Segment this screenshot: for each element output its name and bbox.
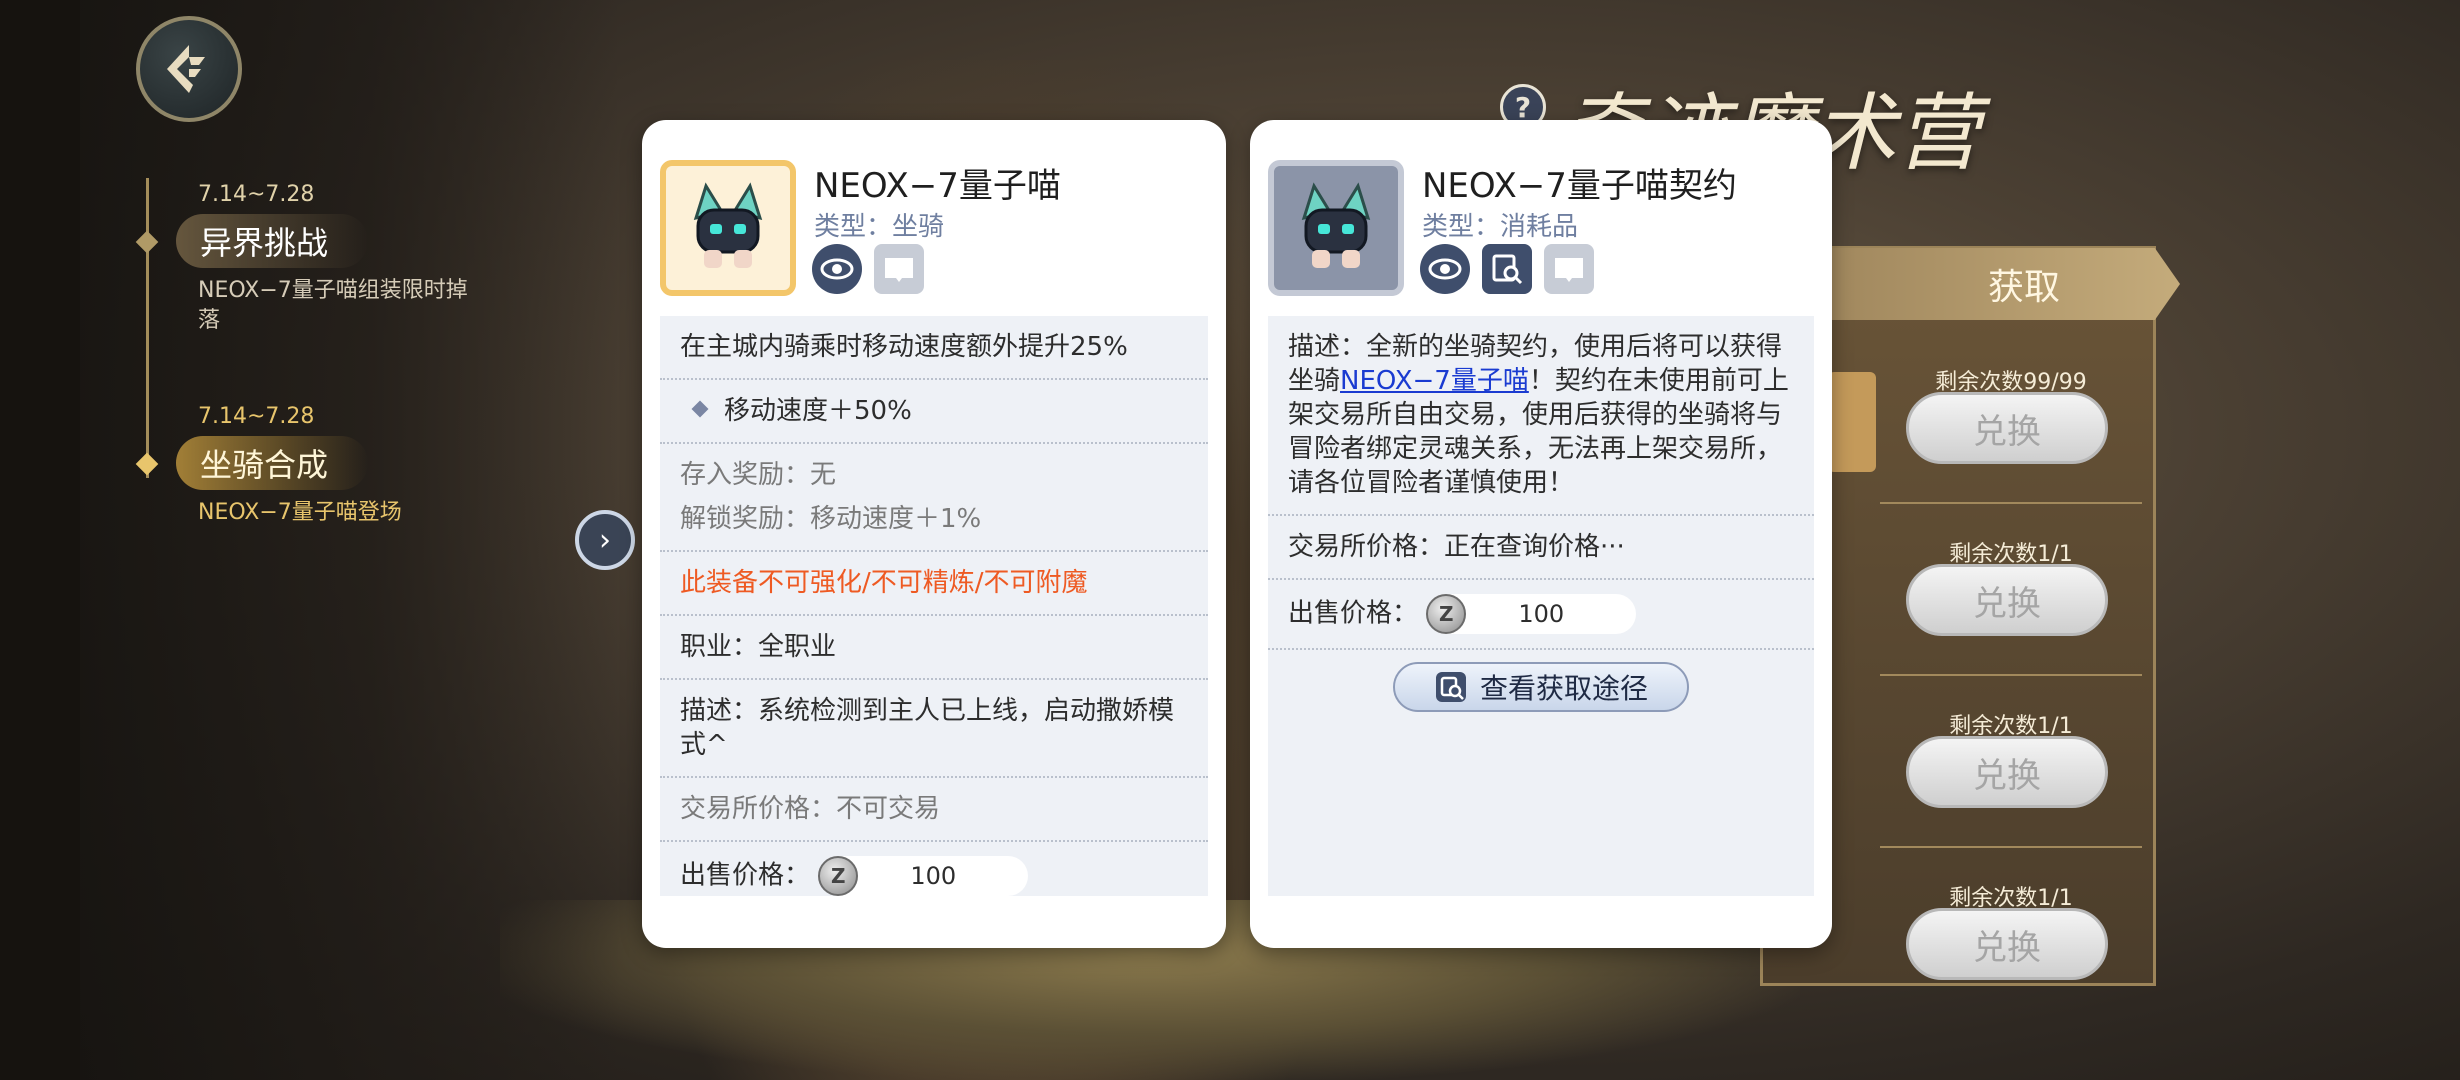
item-stat-row: 移动速度＋50%: [660, 380, 1208, 444]
robot-cat-icon: [693, 182, 763, 268]
shop-row: 剩余次数1/1 兑换: [1880, 866, 2142, 1018]
search-document-icon[interactable]: [1482, 244, 1532, 294]
wardrobe-icon[interactable]: [1544, 244, 1594, 294]
left-shade: [0, 0, 620, 1080]
item-name: NEOX−7量子喵: [814, 166, 1061, 206]
item-type: 类型：坐骑: [814, 212, 945, 242]
deposit-reward: 存入奖励：无: [680, 460, 837, 490]
shop-item-thumb: [1828, 372, 1876, 472]
sell-price-label: 出售价格：: [1288, 598, 1419, 629]
event-desc: NEOX−7量子喵登场: [198, 500, 402, 525]
eye-icon[interactable]: [812, 244, 862, 294]
item-name: NEOX−7量子喵契约: [1422, 166, 1737, 206]
event-date: 7.14~7.28: [198, 182, 315, 207]
unlock-reward: 解锁奖励：移动速度＋1%: [680, 504, 982, 534]
sell-price-value: 100: [1518, 600, 1565, 628]
coin-icon: Z: [818, 856, 859, 896]
item-job: 职业：全职业: [660, 616, 1208, 680]
event-timeline: [146, 178, 149, 478]
left-edge: [0, 0, 80, 1080]
item-action-icons: [1420, 244, 1594, 294]
event-title: 异界挑战: [176, 214, 369, 268]
trade-price: 交易所价格：正在查询价格···: [1268, 516, 1814, 580]
item-tooltip-contract: NEOX−7量子喵契约 类型：消耗品 描述：全新的坐骑契约，使用后将可以获得坐骑…: [1250, 120, 1832, 948]
exchange-button[interactable]: 兑换: [1906, 736, 2108, 808]
chevron-right-icon: ›: [599, 522, 611, 558]
item-details: 描述：全新的坐骑契约，使用后将可以获得坐骑NEOX−7量子喵！契约在未使用前可上…: [1268, 316, 1814, 896]
route-button-label: 查看获取途径: [1479, 672, 1648, 705]
item-type: 类型：消耗品: [1422, 212, 1579, 242]
sell-price-row: 出售价格： Z 100: [660, 842, 1208, 896]
event-date: 7.14~7.28: [198, 404, 315, 429]
event-title: 坐骑合成: [176, 436, 369, 490]
search-document-icon: [1435, 672, 1466, 702]
shop-row: 剩余次数1/1 兑换: [1880, 522, 2142, 676]
sell-price-row: 出售价格： Z 100: [1268, 580, 1814, 650]
item-description: 描述：全新的坐骑契约，使用后将可以获得坐骑NEOX−7量子喵！契约在未使用前可上…: [1268, 316, 1814, 516]
diamond-bullet-icon: [691, 400, 709, 418]
item-icon-frame: [660, 160, 796, 296]
robot-cat-icon: [1301, 182, 1371, 268]
event-desc: NEOX−7量子喵组装限时掉落: [198, 278, 468, 333]
sell-price-pill: Z 100: [1426, 594, 1637, 634]
item-effect: 在主城内骑乘时移动速度额外提升25%: [660, 316, 1208, 380]
sell-price-pill: Z 100: [818, 856, 1029, 896]
shop-row: 剩余次数99/99 兑换: [1880, 350, 2142, 504]
item-description: 描述：系统检测到主人已上线，启动撒娇模式^: [660, 680, 1208, 778]
item-details: 在主城内骑乘时移动速度额外提升25% 移动速度＋50% 存入奖励：无 解锁奖励：…: [660, 316, 1208, 896]
brand-logo-icon: [167, 45, 205, 93]
exchange-button[interactable]: 兑换: [1906, 564, 2108, 636]
coin-icon: Z: [1426, 594, 1467, 634]
mount-link[interactable]: NEOX−7量子喵: [1340, 366, 1529, 396]
next-arrow-button[interactable]: ›: [575, 510, 635, 570]
view-obtain-route-button[interactable]: 查看获取途径: [1393, 662, 1689, 712]
eye-icon[interactable]: [1420, 244, 1470, 294]
back-logo-button[interactable]: [136, 16, 242, 122]
sell-price-label: 出售价格：: [680, 860, 811, 891]
wardrobe-icon[interactable]: [874, 244, 924, 294]
trade-price: 交易所价格：不可交易: [660, 778, 1208, 842]
item-icon-frame: [1268, 160, 1404, 296]
item-tooltip-mount: NEOX−7量子喵 类型：坐骑 在主城内骑乘时移动速度额外提升25% 移动速度＋…: [642, 120, 1226, 948]
sell-price-value: 100: [910, 862, 957, 890]
exchange-button[interactable]: 兑换: [1906, 908, 2108, 980]
item-rewards: 存入奖励：无 解锁奖励：移动速度＋1%: [660, 444, 1208, 552]
shop-row: 剩余次数1/1 兑换: [1880, 694, 2142, 848]
restriction-notice: 此装备不可强化/不可精炼/不可附魔: [660, 552, 1208, 616]
exchange-button[interactable]: 兑换: [1906, 392, 2108, 464]
item-action-icons: [812, 244, 924, 294]
item-stat: 移动速度＋50%: [724, 396, 912, 426]
